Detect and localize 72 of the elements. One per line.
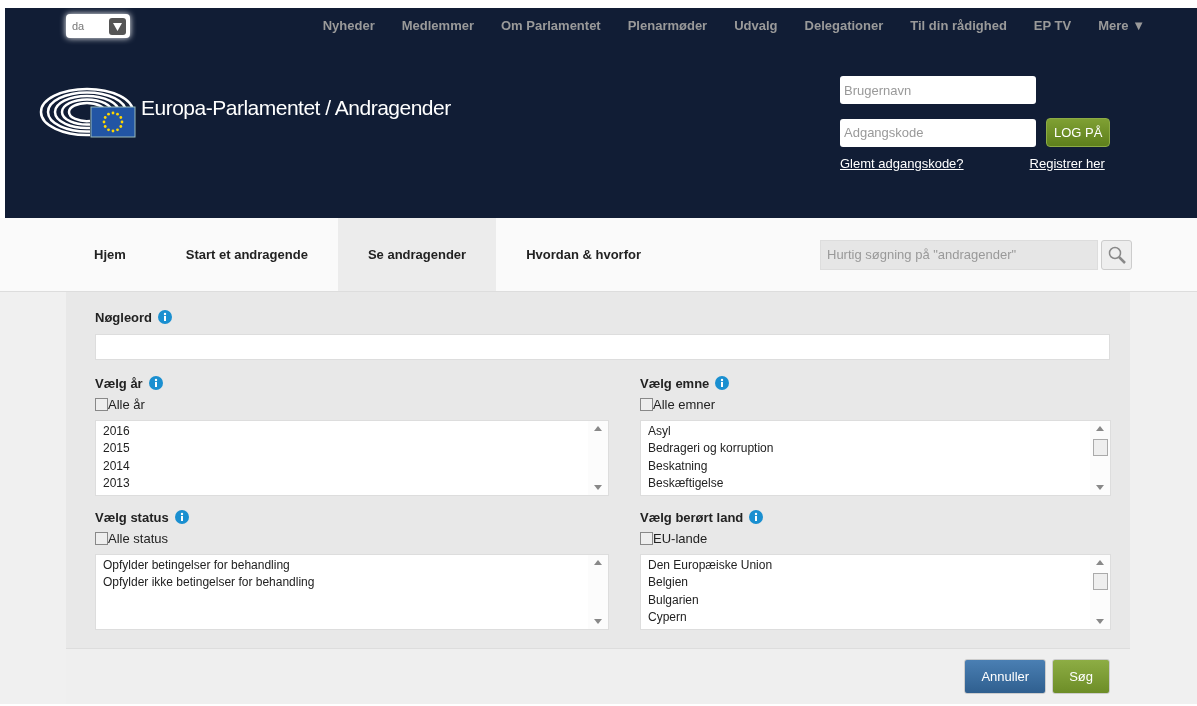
list-option[interactable]: 2016 xyxy=(103,422,581,440)
search-button[interactable] xyxy=(1101,239,1132,270)
list-option[interactable]: 2013 xyxy=(103,475,581,493)
scroll-up-icon[interactable] xyxy=(594,559,602,565)
search-field[interactable]: Hurtig søgning på "andragender" xyxy=(820,239,1098,270)
field-label: Vælg år xyxy=(95,375,143,391)
list-option[interactable]: Cypern xyxy=(648,609,1083,627)
scroll-up-icon[interactable] xyxy=(594,425,602,431)
scroll-down-icon[interactable] xyxy=(594,618,602,624)
checkbox-label: EU-lande xyxy=(653,530,708,548)
nav-link[interactable]: Mere ▼ xyxy=(1098,16,1145,36)
list-option[interactable]: Opfylder ikke betingelser for behandling xyxy=(103,574,581,592)
checkbox-label: Alle emner xyxy=(653,396,716,414)
info-icon[interactable] xyxy=(148,375,163,390)
field-label: Nøgleord xyxy=(95,310,153,325)
nav-link[interactable]: EP TV xyxy=(1033,16,1072,36)
list-option[interactable]: Bulgarien xyxy=(648,591,1083,609)
info-icon[interactable] xyxy=(174,509,189,524)
field-label: Vælg status xyxy=(95,509,169,525)
field-label: Vælg berørt land xyxy=(640,509,744,525)
nav-link[interactable]: Om Parlamentet xyxy=(501,16,601,36)
checkbox-label: Alle status xyxy=(108,530,168,548)
cancel-button[interactable]: Annuller xyxy=(964,659,1047,694)
checkbox[interactable] xyxy=(640,532,653,546)
forgot-password-link[interactable]: Glemt adgangskode? xyxy=(840,154,964,174)
nav-tab[interactable]: Hjem xyxy=(64,218,156,291)
checkbox[interactable] xyxy=(640,398,653,412)
register-link[interactable]: Registrer her xyxy=(1029,154,1105,174)
scroll-down-icon[interactable] xyxy=(1096,484,1104,490)
nav-tab[interactable]: Se andragender xyxy=(337,218,497,291)
list-option[interactable]: Bedrageri og korruption xyxy=(648,440,1083,458)
list-option[interactable]: 2015 xyxy=(103,440,581,458)
nav-link[interactable]: Til din rådighed xyxy=(910,16,1007,36)
nav-link[interactable]: Plenarmøder xyxy=(627,16,708,36)
list-option[interactable]: 2014 xyxy=(103,457,581,475)
nav-link[interactable]: Nyheder xyxy=(322,16,375,36)
site-title: Europa-Parlamentet / Andragender xyxy=(141,94,451,121)
language-select[interactable]: da xyxy=(66,14,130,38)
checkbox[interactable] xyxy=(95,398,108,412)
list-option[interactable]: Beskæftigelse xyxy=(648,475,1083,493)
field-label: Vælg emne xyxy=(640,375,710,391)
list-box[interactable]: Opfylder betingelser for behandling Opfylder ikke betingelser for behandling xyxy=(95,553,609,630)
scroll-down-icon[interactable] xyxy=(594,484,602,490)
scroll-thumb[interactable] xyxy=(1092,438,1108,456)
list-box[interactable]: Den Europæiske Union Belgien Bulgarien Cypern xyxy=(640,553,1111,630)
nav-link[interactable]: Medlemmer xyxy=(401,16,474,36)
username-field[interactable]: Brugernavn xyxy=(840,76,1036,104)
list-box[interactable]: Asyl Bedrageri og korruption Beskatning Beskæftigelse xyxy=(640,419,1111,496)
scroll-up-icon[interactable] xyxy=(1096,425,1104,431)
nav-tab[interactable]: Hvordan & hvorfor xyxy=(496,218,671,291)
checkbox[interactable] xyxy=(95,532,108,546)
list-option[interactable]: Opfylder betingelser for behandling xyxy=(103,556,581,574)
list-option[interactable]: Belgien xyxy=(648,574,1083,592)
list-option[interactable]: Beskatning xyxy=(648,457,1083,475)
info-icon[interactable] xyxy=(749,509,764,524)
scroll-down-icon[interactable] xyxy=(1096,618,1104,624)
checkbox-label: Alle år xyxy=(108,396,145,414)
info-icon[interactable] xyxy=(715,375,730,390)
caret-icon xyxy=(109,17,126,35)
scroll-up-icon[interactable] xyxy=(1096,559,1104,565)
info-icon[interactable] xyxy=(158,310,173,324)
nav-tab[interactable]: Start et andragende xyxy=(155,218,338,291)
list-option[interactable]: Asyl xyxy=(648,422,1083,440)
keyword-field[interactable] xyxy=(95,333,1110,360)
login-button[interactable]: LOG PÅ xyxy=(1046,118,1111,147)
list-option[interactable]: Den Europæiske Union xyxy=(648,556,1083,574)
list-box[interactable]: 2016 2015 2014 2013 xyxy=(95,419,609,496)
search-icon xyxy=(1106,244,1127,265)
nav-link[interactable]: Delegationer xyxy=(804,16,884,36)
password-field[interactable]: Adgangskode xyxy=(840,118,1036,147)
nav-link[interactable]: Udvalg xyxy=(734,16,778,36)
scroll-thumb[interactable] xyxy=(1092,572,1108,590)
